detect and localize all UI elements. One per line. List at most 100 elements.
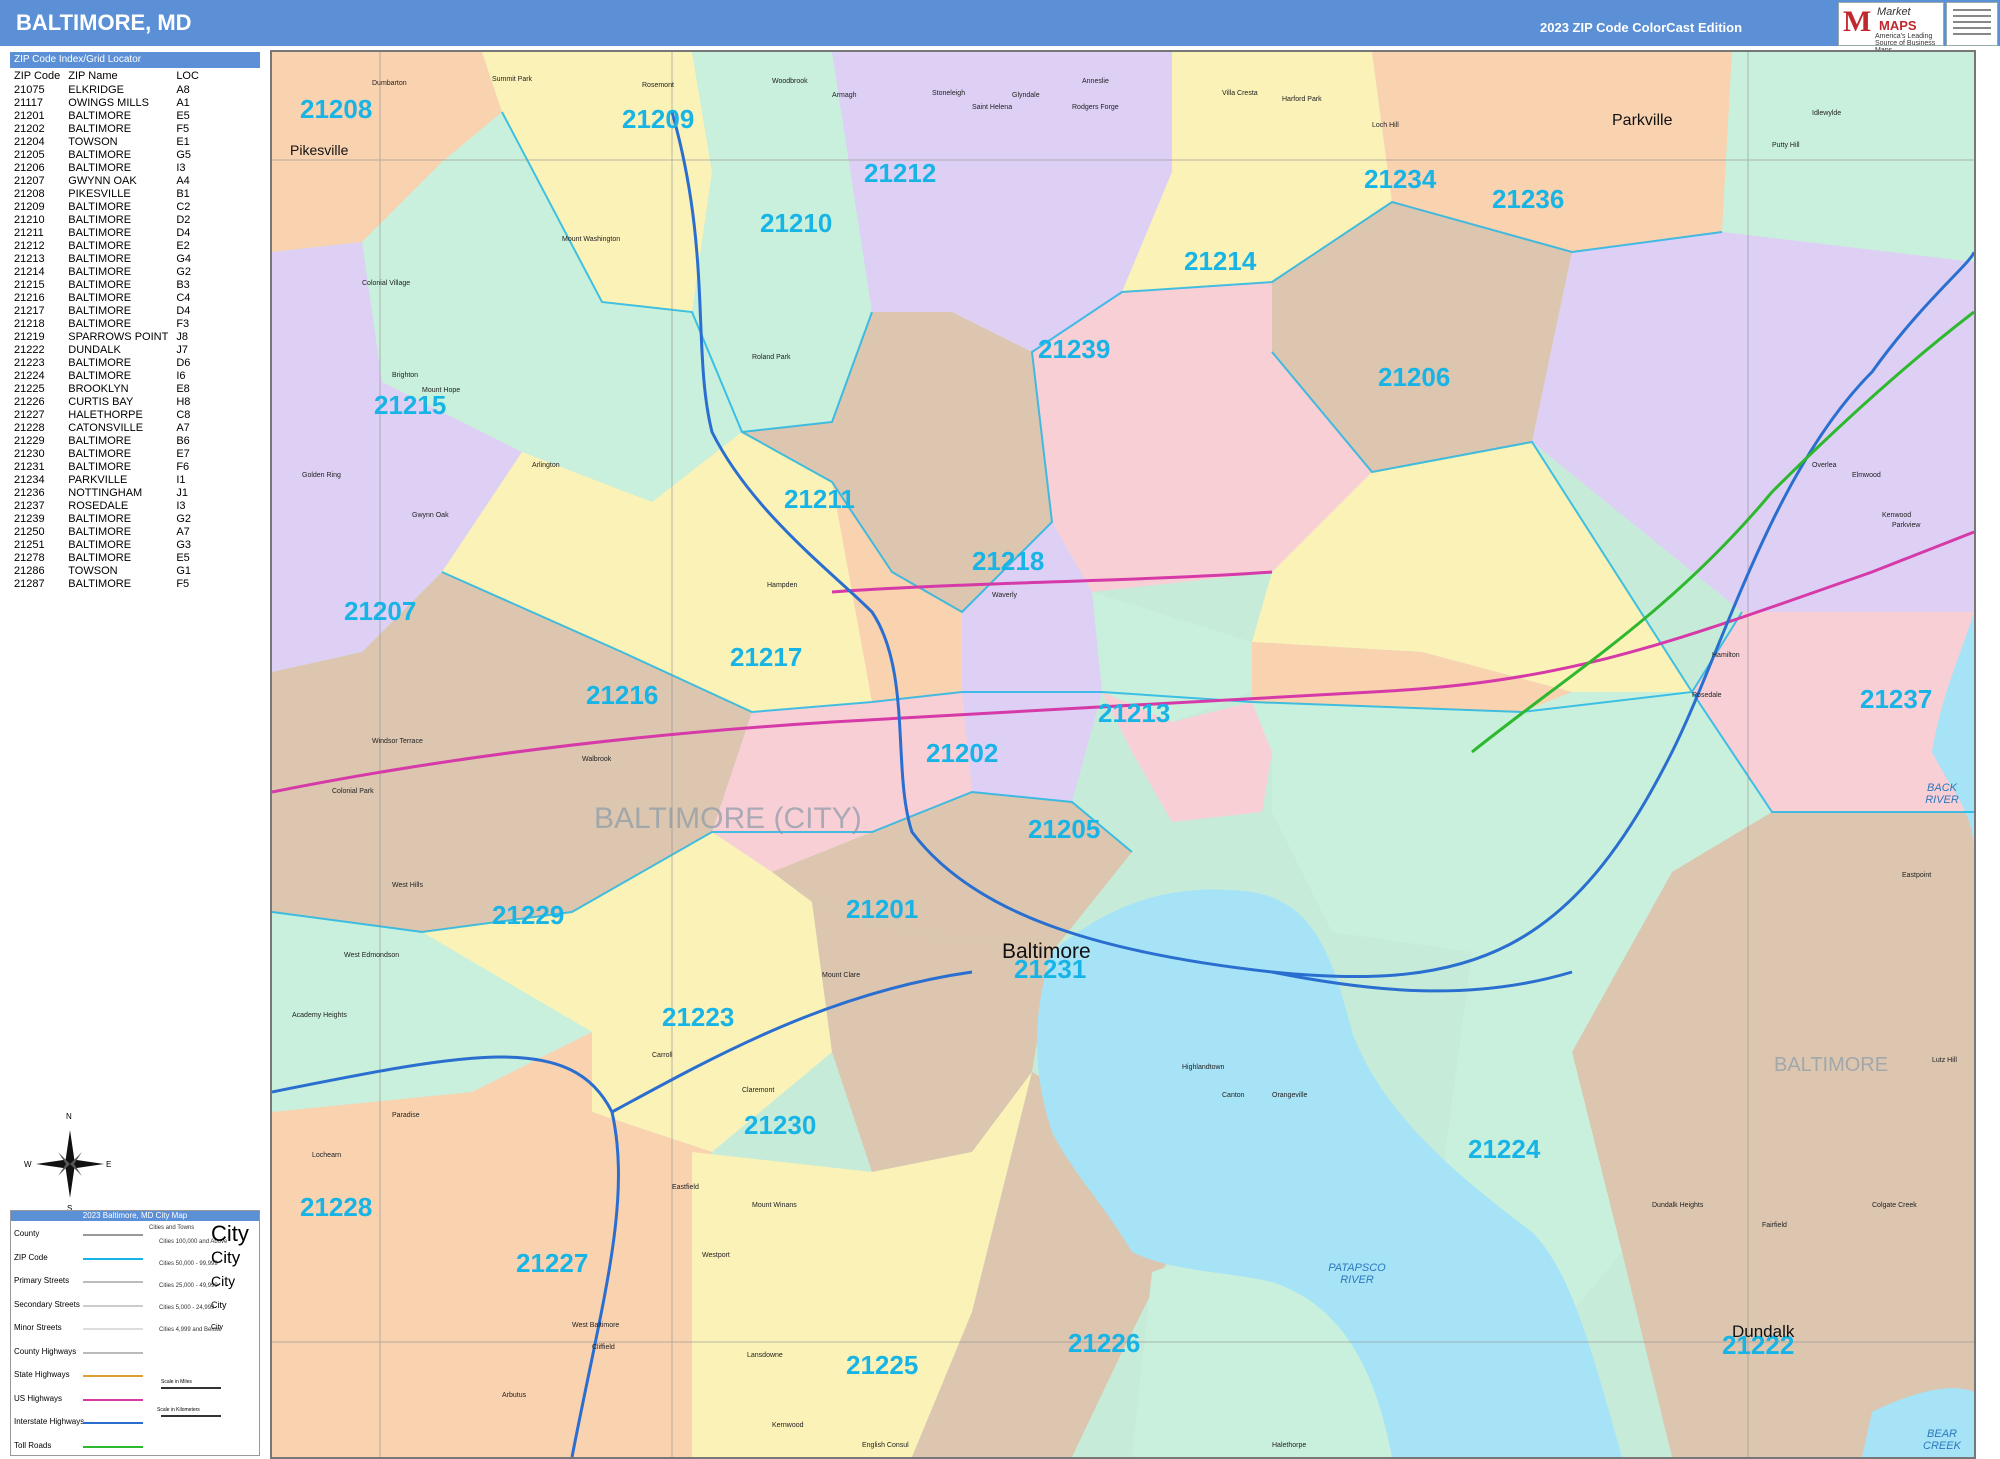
zip-label: 21215 [374, 390, 447, 420]
zip-name-cell: ELKRIDGE [68, 84, 124, 96]
city-label: Parkville [1612, 112, 1673, 129]
zip-label: 21237 [1860, 684, 1933, 714]
place-label: Harford Park [1282, 96, 1322, 103]
place-label: Overlea [1812, 462, 1837, 469]
grid-loc-cell: G4 [176, 253, 191, 265]
zip-code-cell: 21210 [14, 214, 45, 226]
zip-code-cell: 21227 [14, 409, 45, 421]
place-label: Lochearn [312, 1152, 342, 1159]
map-canvas[interactable]: 21208 21209 21212 21210 21234 21236 2121… [270, 50, 1976, 1459]
grid-loc-cell: A4 [176, 175, 190, 187]
zip-name-cell: BALTIMORE [68, 110, 132, 122]
place-label: Colonial Park [332, 788, 374, 795]
grid-loc-cell: G5 [176, 149, 191, 161]
zip-code-cell: 21202 [14, 123, 45, 135]
grid-loc-cell: E8 [176, 383, 190, 395]
place-label: Anneslie [1082, 78, 1109, 85]
grid-loc-cell: C8 [176, 409, 191, 421]
legend-row-label: County [14, 1229, 40, 1238]
zip-index-row: 21227 HALETHORPE C8 [10, 409, 203, 422]
grid-loc-cell: I3 [176, 162, 186, 174]
logo-market-text: Market [1877, 6, 1911, 18]
zip-index-row: 21222 DUNDALK J7 [10, 344, 203, 357]
zip-name-cell: BALTIMORE [68, 370, 132, 382]
scale-bar-km [161, 1415, 221, 1417]
place-label: Dundalk Heights [1652, 1202, 1704, 1209]
zip-name-cell: BROOKLYN [68, 383, 129, 395]
zip-index-row: 21250 BALTIMORE A7 [10, 526, 203, 539]
zip-label: 21224 [1468, 1134, 1541, 1164]
legend-row-label: County Highways [14, 1346, 77, 1356]
zip-code-cell: 21213 [14, 253, 45, 265]
zip-name-cell: BALTIMORE [68, 240, 132, 252]
place-label: Lutz Hill [1932, 1057, 1957, 1064]
zip-code-cell: 21229 [14, 435, 45, 447]
zip-name-cell: BALTIMORE [68, 461, 132, 473]
place-label: Arbutus [502, 1392, 527, 1399]
place-label: Brighton [392, 372, 419, 379]
zip-index-rows: 21075 ELKRIDGE A8 21117 OWINGS MILLS A1 21201 B… [10, 84, 203, 591]
zip-code-cell: 21207 [14, 175, 45, 187]
grid-loc-cell: A7 [176, 422, 190, 434]
place-label: Paradise [392, 1112, 420, 1119]
place-label: Carroll [652, 1052, 673, 1059]
zip-index-row: 21231 BALTIMORE F6 [10, 461, 203, 474]
zip-label: 21210 [760, 208, 833, 238]
zip-index-row: 21251 BALTIMORE G3 [10, 539, 203, 552]
zip-name-cell: ROSEDALE [68, 500, 129, 512]
zip-label: 21234 [1364, 164, 1437, 194]
grid-loc-cell: A8 [176, 84, 190, 96]
zip-name-cell: NOTTINGHAM [68, 487, 143, 499]
zip-code-cell: 21209 [14, 201, 45, 213]
zip-code-cell: 21208 [14, 188, 45, 200]
place-label: West Edmondson [344, 952, 400, 959]
zip-label: 21218 [972, 546, 1045, 576]
zip-label: 21229 [492, 900, 565, 930]
zip-name-cell: BALTIMORE [68, 266, 132, 278]
grid-loc-cell: E7 [176, 448, 190, 460]
zip-index-row: 21117 OWINGS MILLS A1 [10, 97, 203, 110]
legend-line-swatch [83, 1257, 143, 1260]
zip-code-cell: 21201 [14, 110, 45, 122]
zip-name-cell: BALTIMORE [68, 513, 132, 525]
place-label: Hamilton [1712, 652, 1740, 659]
zip-name-cell: OWINGS MILLS [68, 97, 149, 109]
place-label: Roland Park [752, 354, 791, 361]
zip-code-cell: 21222 [14, 344, 45, 356]
market-maps-logo[interactable]: M Market MAPS America's Leading Source o… [1838, 2, 1944, 54]
zip-code-cell: 21231 [14, 461, 45, 473]
zip-index-heading: ZIP Code Index/Grid Locator [10, 52, 260, 68]
zip-code-cell: 21230 [14, 448, 45, 460]
area-label: BALTIMORE [1774, 1054, 1889, 1076]
zip-code-cell: 21204 [14, 136, 45, 148]
place-label: Walbrook [582, 756, 612, 763]
zip-code-cell: 21287 [14, 578, 45, 590]
place-label: Kenwood [1882, 512, 1912, 519]
place-label: Waverly [992, 592, 1018, 599]
grid-loc-cell: D4 [176, 227, 191, 239]
place-label: Windsor Terrace [372, 738, 423, 745]
place-label: Canton [1222, 1092, 1245, 1099]
zip-name-cell: DUNDALK [68, 344, 121, 356]
zip-code-cell: 21075 [14, 84, 45, 96]
legend-city-name: City [211, 1273, 236, 1289]
zip-name-cell: BALTIMORE [68, 279, 132, 291]
zip-label: 21217 [730, 642, 803, 672]
zip-index-row: 21223 BALTIMORE D6 [10, 357, 203, 370]
zip-index-row: 21075 ELKRIDGE A8 [10, 84, 203, 97]
scale-miles-label: Scale in Miles [161, 1379, 192, 1385]
grid-loc-cell: J7 [176, 344, 188, 356]
zip-name-cell: PIKESVILLE [68, 188, 131, 200]
grid-loc-cell: G1 [176, 565, 191, 577]
place-label: Putty Hill [1772, 142, 1800, 149]
zip-code-cell: 21239 [14, 513, 45, 525]
header-bar: BALTIMORE, MD 2023 ZIP Code ColorCast Ed… [0, 0, 2000, 46]
zip-label: 21223 [662, 1002, 735, 1032]
water-label: BEAR CREEK [1923, 1428, 1961, 1452]
column-header: LOC [176, 70, 199, 82]
grid-loc-cell: F5 [176, 123, 190, 135]
legend-line-swatch [83, 1375, 143, 1377]
zip-name-cell: BALTIMORE [68, 227, 132, 239]
place-label: West Hills [392, 882, 423, 889]
place-label: Loch Hill [1372, 122, 1399, 129]
